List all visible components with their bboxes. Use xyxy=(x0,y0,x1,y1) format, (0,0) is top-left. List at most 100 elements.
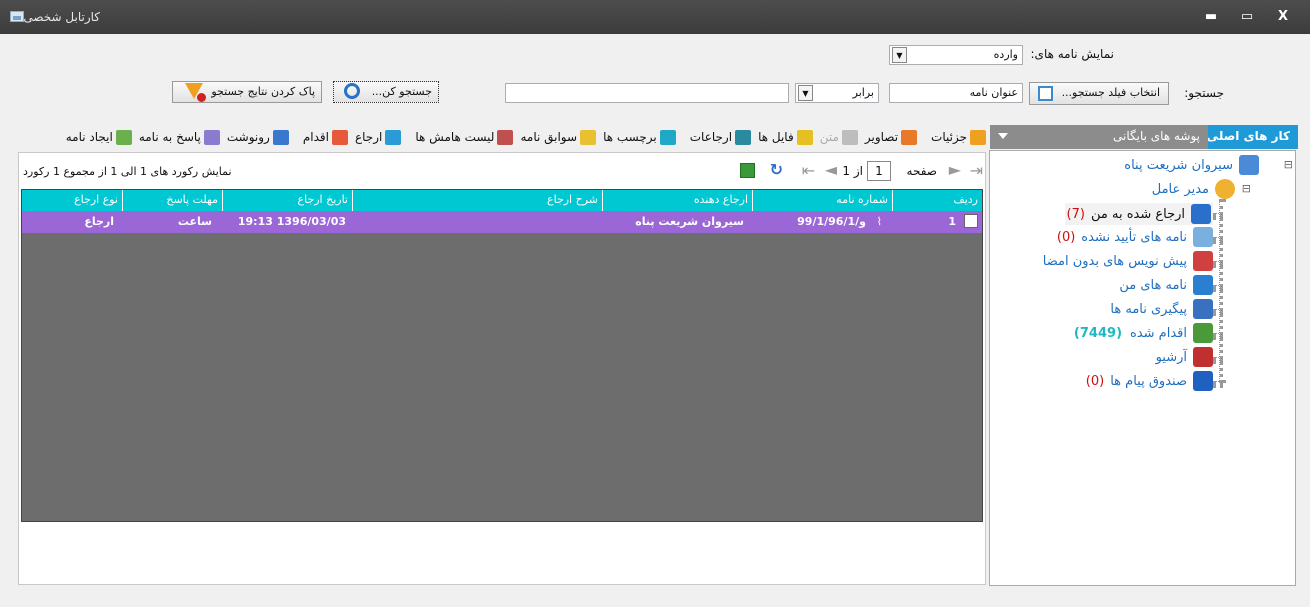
tree-item-unsigned-drafts[interactable]: پیش نویس های بدون امضا xyxy=(1043,251,1213,271)
collapse-icon[interactable]: ⊟ xyxy=(1242,182,1251,195)
col-deadline[interactable]: مهلت پاسخ xyxy=(122,190,222,211)
operator-value: برابر xyxy=(852,86,874,99)
col-date[interactable]: تاریخ ارجاع xyxy=(222,190,352,211)
tree-connector xyxy=(1213,261,1223,265)
toolbar-label: پاسخ به نامه xyxy=(138,130,201,144)
toolbar-create-letter-button[interactable]: ایجاد نامه xyxy=(65,129,132,145)
operator-select[interactable]: برابر ▼ xyxy=(795,83,879,103)
toolbar-margin-notes-button[interactable]: لیست هامش ها xyxy=(415,129,514,145)
tree-connector xyxy=(1213,285,1223,289)
tree-item-label: نامه های تأیید نشده xyxy=(1081,229,1187,245)
toolbar-label: ارجاعات xyxy=(689,130,733,144)
tab-archive-folders[interactable]: پوشه های بایگانی xyxy=(990,125,1208,149)
tree-item-label: پیگیری نامه ها xyxy=(1110,301,1187,317)
toolbar-images-button[interactable]: تصاویر xyxy=(864,129,918,145)
attachment-icon: ⌇ xyxy=(876,215,882,228)
toolbar-copy-button[interactable]: رونوشت xyxy=(226,129,289,145)
tree-connector xyxy=(1213,237,1223,241)
letter-tracking-icon xyxy=(1193,299,1213,319)
toolbar-label: فایل ها xyxy=(758,130,794,144)
table-row[interactable]: 1 ⌇ و/99/1/96/1 سیروان شریعت پناه 1396/0… xyxy=(22,211,982,233)
maximize-button[interactable]: ▭ xyxy=(1236,8,1258,26)
toolbar-reply-button[interactable]: پاسخ به نامه xyxy=(138,129,220,145)
toolbar-action-button[interactable]: اقدام xyxy=(302,129,348,145)
margin-notes-icon xyxy=(497,129,514,145)
tree-item-actioned[interactable]: اقدام شده (7449) xyxy=(1074,323,1213,343)
toolbar-label: ایجاد نامه xyxy=(65,130,113,144)
excel-export-icon[interactable] xyxy=(740,163,755,178)
refer-icon xyxy=(385,129,402,145)
toolbar-files-button[interactable]: فایل ها xyxy=(758,129,813,145)
tree-item-letter-tracking[interactable]: پیگیری نامه ها xyxy=(1110,299,1213,319)
row-index: 1 xyxy=(948,215,956,228)
action-icon xyxy=(331,129,348,145)
col-row[interactable]: ردیف xyxy=(892,190,982,211)
toolbar-label: رونوشت xyxy=(226,130,270,144)
tree-item-count: (7449) xyxy=(1073,325,1123,341)
field-name-input[interactable]: عنوان نامه xyxy=(889,83,1023,103)
tree-user-label: سیروان شریعت پناه xyxy=(1124,157,1233,173)
col-sender[interactable]: ارجاع دهنده xyxy=(602,190,752,211)
collapse-icon[interactable]: ⊟ xyxy=(1284,158,1293,171)
user-avatar-icon xyxy=(1215,179,1235,199)
chevron-down-icon[interactable]: ▼ xyxy=(798,85,813,101)
first-page-icon[interactable]: ⇤ xyxy=(802,161,815,180)
close-button[interactable]: X xyxy=(1272,8,1294,26)
select-search-field-button[interactable]: انتخاب فیلد جستجو... xyxy=(1029,82,1169,105)
letters-grid: ردیف شماره نامه ارجاع دهنده شرح ارجاع تا… xyxy=(21,189,983,522)
tree-node-role[interactable]: مدیر عامل xyxy=(1152,179,1235,199)
tree-item-referred-to-me[interactable]: ارجاع شده به من (7) xyxy=(1064,203,1213,225)
grid-header: ردیف شماره نامه ارجاع دهنده شرح ارجاع تا… xyxy=(22,190,982,211)
letter-type-select[interactable]: وارده ▼ xyxy=(889,45,1023,65)
search-icon xyxy=(344,83,360,99)
tree-item-my-letters[interactable]: نامه های من xyxy=(1119,275,1213,295)
tree-item-label: پیش نویس های بدون امضا xyxy=(1042,253,1187,269)
tree-connector xyxy=(1213,381,1223,385)
columns-icon xyxy=(1038,86,1053,101)
toolbar-text-button[interactable]: متن xyxy=(820,129,858,145)
tree-connector xyxy=(1213,309,1223,313)
tree-item-count: (7) xyxy=(1066,206,1085,222)
tree-item-count: (0) xyxy=(1056,229,1076,245)
tab-main-work[interactable]: کار های اصلی xyxy=(1207,125,1298,149)
tree-node-user[interactable]: سیروان شریعت پناه xyxy=(1124,155,1259,175)
next-page-icon[interactable]: ► xyxy=(949,160,961,179)
toolbar-label: تصاویر xyxy=(864,130,899,144)
copy-icon xyxy=(272,129,289,145)
tree-connector xyxy=(1213,333,1223,337)
page-label: صفحه xyxy=(906,164,937,178)
select-field-label: انتخاب فیلد جستجو... xyxy=(1061,86,1160,99)
chevron-down-icon[interactable] xyxy=(998,133,1008,139)
window-icon xyxy=(10,11,24,22)
tree-item-message-box[interactable]: صندوق پیام ها (0) xyxy=(1086,371,1213,391)
search-input[interactable] xyxy=(505,83,789,103)
message-box-icon xyxy=(1193,371,1213,391)
chevron-down-icon[interactable]: ▼ xyxy=(892,47,907,63)
toolbar-letter-history-button[interactable]: سوابق نامه xyxy=(520,129,597,145)
tree-item-unconfirmed-letters[interactable]: نامه های تأیید نشده (0) xyxy=(1057,227,1213,247)
toolbar-label: برچسب ها xyxy=(603,130,657,144)
row-checkbox[interactable] xyxy=(964,214,978,228)
minimize-button[interactable]: ▬ xyxy=(1200,8,1222,26)
toolbar-label: جزئیات xyxy=(931,130,967,144)
toolbar-referrals-button[interactable]: ارجاعات xyxy=(689,129,752,145)
search-button[interactable]: جستجو کن... xyxy=(333,81,439,103)
previous-page-icon[interactable]: ◄ xyxy=(825,160,837,179)
tree-item-archive[interactable]: آرشیو xyxy=(1156,347,1213,367)
row-deadline: ساعت xyxy=(177,215,212,228)
archive-icon xyxy=(1193,347,1213,367)
tree-connector xyxy=(1213,213,1223,217)
last-page-icon[interactable]: ⇥ xyxy=(970,161,983,180)
toolbar-label: اقدام xyxy=(302,130,329,144)
col-type[interactable]: نوع ارجاع xyxy=(22,190,122,211)
col-description[interactable]: شرح ارجاع xyxy=(352,190,602,211)
toolbar-refer-button[interactable]: ارجاع xyxy=(355,129,402,145)
toolbar-details-button[interactable]: جزئیات xyxy=(931,129,986,145)
toolbar-tags-button[interactable]: برچسب ها xyxy=(603,129,676,145)
page-number-input[interactable]: 1 xyxy=(867,161,891,181)
unconfirmed-letters-icon xyxy=(1193,227,1213,247)
refresh-icon[interactable]: ↻ xyxy=(770,160,783,179)
col-letter-number[interactable]: شماره نامه xyxy=(752,190,892,211)
clear-search-results-button[interactable]: پاک کردن نتایج جستجو xyxy=(172,81,322,103)
unsigned-drafts-icon xyxy=(1193,251,1213,271)
